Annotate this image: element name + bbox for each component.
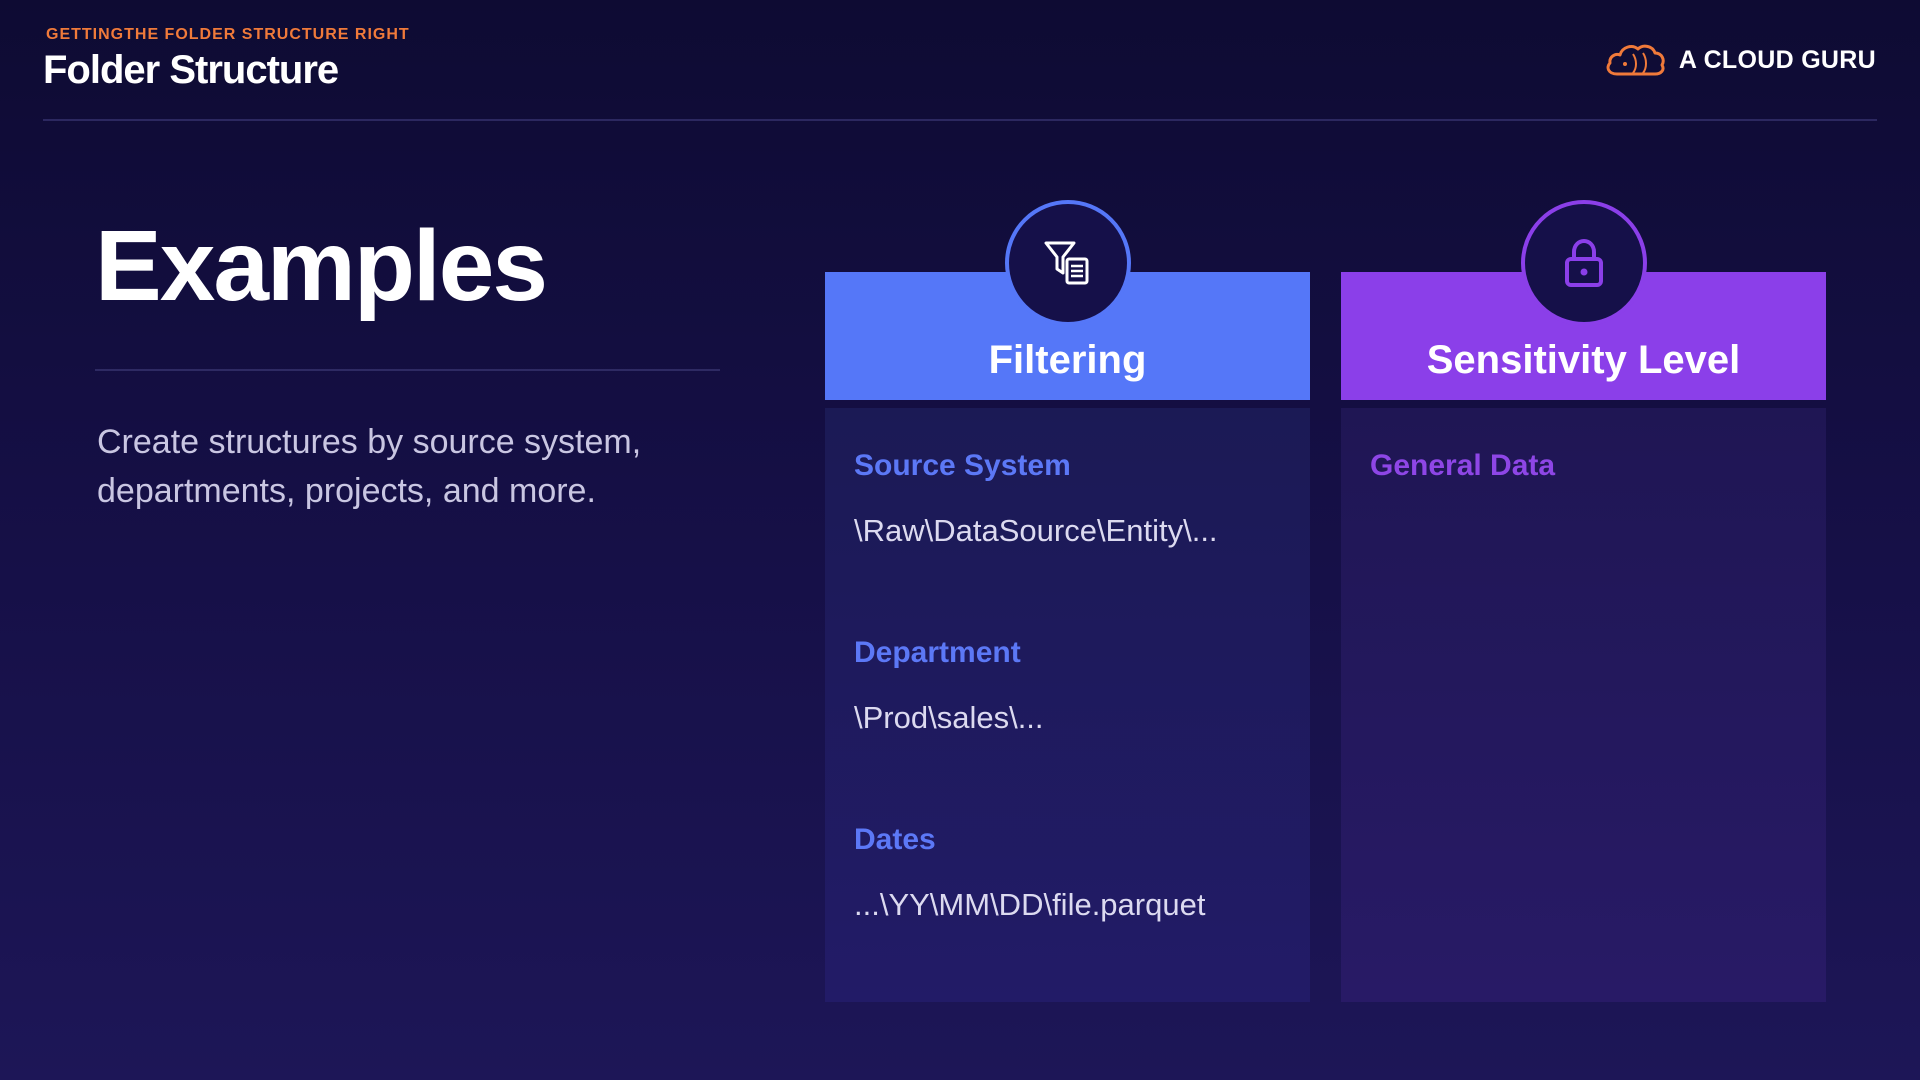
brand-logo: A CLOUD GURU [1603, 40, 1876, 80]
sensitivity-card-title: Sensitivity Level [1426, 338, 1741, 382]
page-title: Folder Structure [43, 48, 339, 92]
example-item-department: Department \Prod\sales\... [854, 636, 1044, 736]
example-label: Dates [854, 823, 936, 856]
example-path: \Raw\DataSource\Entity\... [854, 513, 1218, 548]
filtering-card: Filtering Source System \Raw\DataSource\… [825, 200, 1310, 1002]
filtering-card-header: Filtering [825, 200, 1310, 400]
example-label: Source System [854, 449, 1071, 482]
filtering-card-title: Filtering [988, 338, 1147, 382]
example-label: General Data [1370, 449, 1556, 482]
sensitivity-card-header: Sensitivity Level [1341, 200, 1826, 400]
lock-icon [1565, 238, 1603, 287]
examples-heading: Examples [95, 210, 548, 322]
heading-divider [95, 369, 720, 371]
example-label: Department [854, 636, 1021, 669]
description-text: Create structures by source system, depa… [97, 423, 642, 510]
filtering-icon-badge [1005, 200, 1131, 326]
example-item-source-system: Source System \Raw\DataSource\Entity\... [854, 449, 1218, 549]
sensitivity-card: Sensitivity Level General Data [1341, 200, 1826, 1002]
example-item-dates: Dates ...\YY\MM\DD\file.parquet [854, 823, 1205, 923]
example-item-general-data: General Data [1370, 449, 1555, 513]
example-path: \Prod\sales\... [854, 700, 1044, 735]
sensitivity-icon-badge [1521, 200, 1647, 326]
header-divider [43, 119, 1877, 121]
filtering-card-body: Source System \Raw\DataSource\Entity\...… [825, 408, 1310, 1002]
sensitivity-card-body: General Data [1341, 408, 1826, 1002]
brand-name: A CLOUD GURU [1678, 45, 1876, 74]
example-path: ...\YY\MM\DD\file.parquet [854, 887, 1206, 922]
section-eyebrow: GETTINGTHE FOLDER STRUCTURE RIGHT [46, 26, 410, 43]
cloud-logo-icon [1606, 44, 1665, 76]
filter-document-icon [1044, 241, 1089, 285]
